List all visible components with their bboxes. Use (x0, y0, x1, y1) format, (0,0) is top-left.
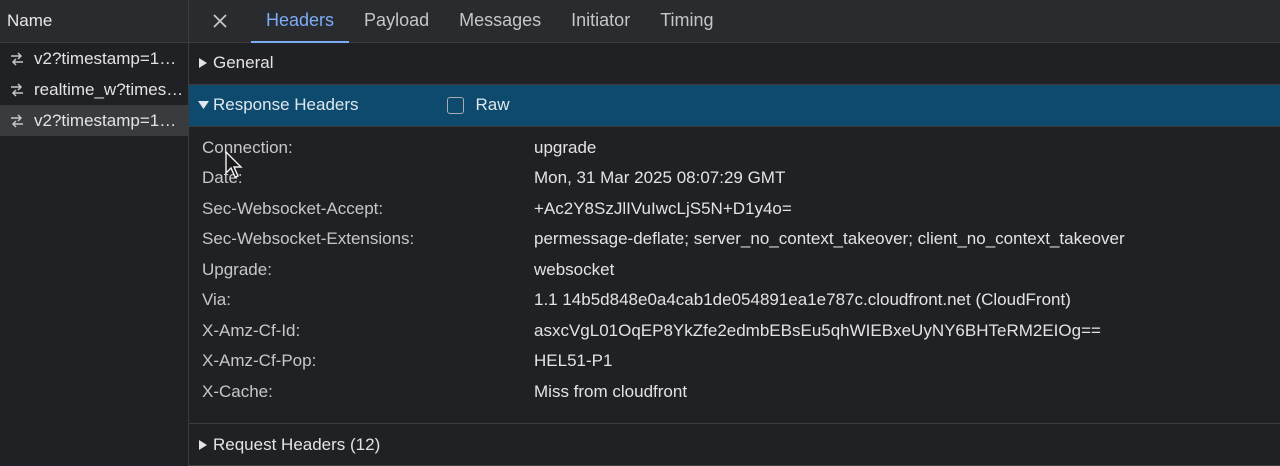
triangle-right-icon (198, 58, 212, 69)
request-headers-label: Request Headers (12) (213, 434, 381, 454)
header-value: asxcVgL01OqEP8YkZfe2edmbEBsEu5qhWIEBxeUy… (534, 320, 1101, 340)
header-key: X-Cache: (202, 381, 273, 401)
request-name: v2?timestamp=1743408449152 (34, 110, 184, 130)
raw-toggle[interactable]: Raw (446, 95, 510, 115)
triangle-down-icon (198, 100, 212, 110)
tab-messages[interactable]: Messages (444, 0, 556, 42)
header-key: Via: (202, 290, 231, 310)
header-key: X-Amz-Cf-Pop: (202, 351, 317, 371)
request-headers-section-toggle[interactable]: Request Headers (12) (189, 424, 1280, 466)
header-value: websocket (534, 259, 615, 279)
tab-headers[interactable]: Headers (251, 0, 350, 43)
websocket-arrows-icon (9, 113, 27, 128)
header-value: Miss from cloudfront (534, 381, 688, 401)
general-section-label: General (213, 53, 274, 73)
response-headers-section-toggle[interactable]: Response Headers Raw (189, 84, 1280, 127)
request-list: Name v2?timestamp=1743408443806 realtime… (0, 0, 189, 466)
header-row: Connection: upgrade (189, 133, 1280, 164)
header-row: X-Amz-Cf-Id: asxcVgL01OqEP8YkZfe2edmbEBs… (189, 316, 1280, 347)
tab-initiator[interactable]: Initiator (556, 0, 645, 42)
raw-label: Raw (475, 95, 510, 115)
header-row: X-Cache: Miss from cloudfront (189, 377, 1280, 408)
request-name: v2?timestamp=1743408443806 (34, 48, 184, 68)
header-row: Via: 1.1 14b5d848e0a4cab1de054891ea1e787… (189, 285, 1280, 316)
mouse-cursor-icon (225, 150, 245, 184)
header-value: +Ac2Y8SzJlIVuIwcLjS5N+D1y4o= (534, 198, 792, 218)
header-value: permessage-deflate; server_no_context_ta… (534, 229, 1125, 249)
response-headers-list: Connection: upgrade Date: Mon, 31 Mar 20… (189, 127, 1280, 425)
name-column-label: Name (7, 11, 53, 30)
tab-timing[interactable]: Timing (645, 0, 728, 42)
websocket-arrows-icon (9, 51, 27, 66)
close-icon[interactable] (207, 0, 233, 42)
header-row: Sec-Websocket-Accept: +Ac2Y8SzJlIVuIwcLj… (189, 194, 1280, 225)
header-value: HEL51-P1 (534, 351, 613, 371)
details-tabbar: Headers Payload Messages Initiator Timin… (189, 0, 1280, 43)
header-row: Upgrade: websocket (189, 255, 1280, 286)
devtools-network-panel: Name v2?timestamp=1743408443806 realtime… (0, 0, 1280, 466)
request-name: realtime_w?timestamp (34, 79, 184, 99)
header-row: Sec-Websocket-Extensions: permessage-def… (189, 224, 1280, 255)
header-key: Upgrade: (202, 259, 272, 279)
general-section-toggle[interactable]: General (189, 43, 1280, 85)
request-item-selected[interactable]: v2?timestamp=1743408449152 (0, 105, 188, 136)
request-item[interactable]: realtime_w?timestamp (0, 74, 188, 105)
header-value: 1.1 14b5d848e0a4cab1de054891ea1e787c.clo… (534, 290, 1071, 310)
request-details: Headers Payload Messages Initiator Timin… (189, 0, 1280, 466)
header-key: X-Amz-Cf-Id: (202, 320, 301, 340)
name-column-header[interactable]: Name (0, 0, 188, 43)
header-key: Sec-Websocket-Extensions: (202, 229, 415, 249)
response-headers-label: Response Headers (213, 95, 359, 115)
header-row: X-Amz-Cf-Pop: HEL51-P1 (189, 346, 1280, 377)
websocket-arrows-icon (9, 82, 27, 97)
request-item[interactable]: v2?timestamp=1743408443806 (0, 43, 188, 74)
header-value: Mon, 31 Mar 2025 08:07:29 GMT (534, 168, 786, 188)
header-key: Sec-Websocket-Accept: (202, 198, 384, 218)
header-row: Date: Mon, 31 Mar 2025 08:07:29 GMT (189, 163, 1280, 194)
raw-checkbox[interactable] (446, 96, 464, 114)
tab-payload[interactable]: Payload (349, 0, 444, 42)
triangle-right-icon (198, 439, 212, 450)
header-value: upgrade (534, 137, 597, 157)
